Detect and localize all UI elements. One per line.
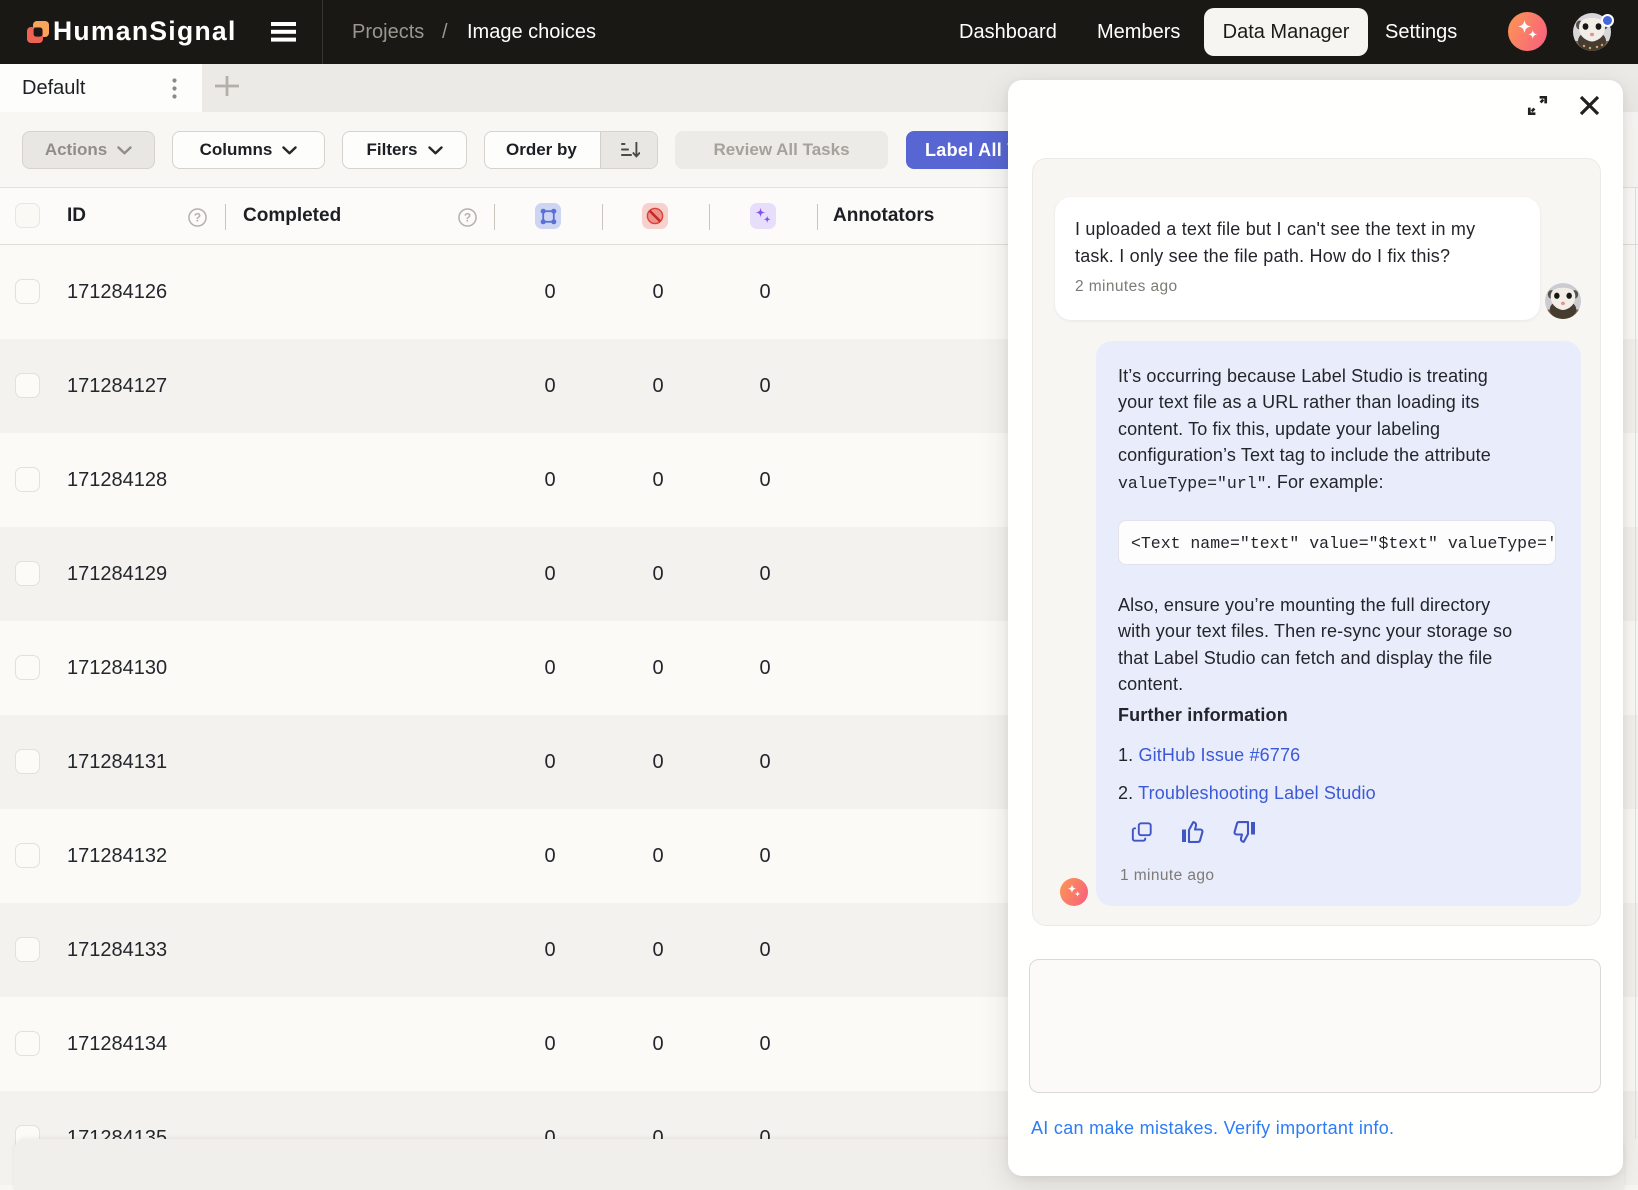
svg-text:?: ? — [194, 211, 201, 225]
svg-text:?: ? — [464, 211, 471, 225]
